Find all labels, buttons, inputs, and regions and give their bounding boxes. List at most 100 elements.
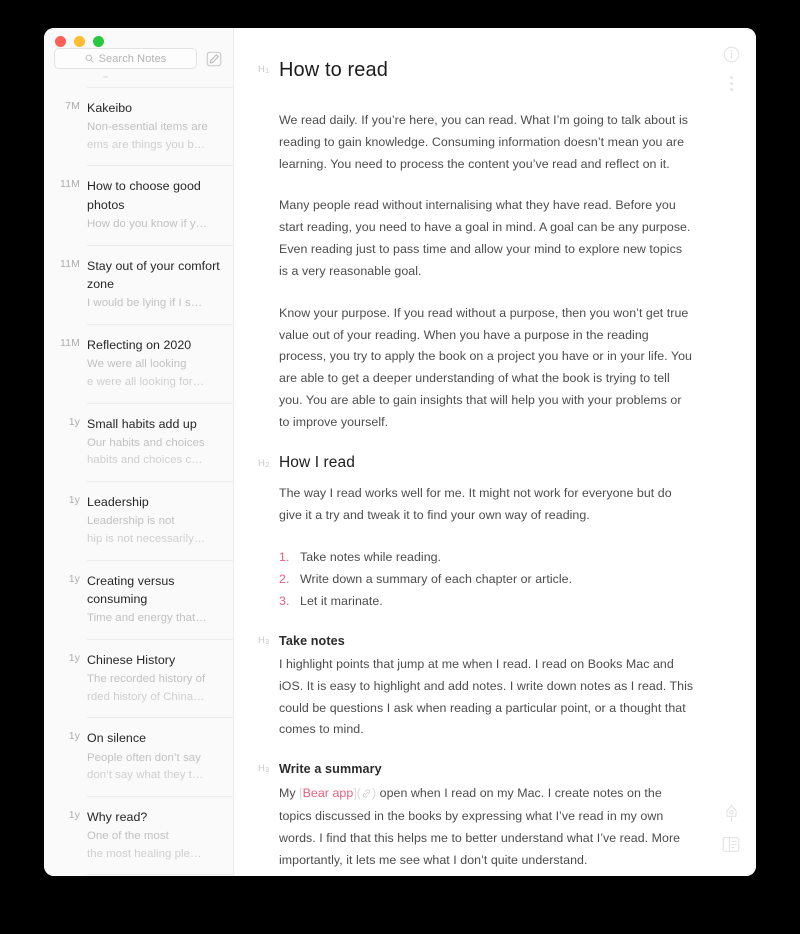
page-title: How to read	[279, 59, 388, 81]
paragraph-internalising: Many people read without internalising w…	[279, 198, 691, 278]
note-list-item[interactable]: 1y Leadership Leadership is not hip is not …	[44, 482, 233, 561]
more-vertical-icon[interactable]	[730, 76, 733, 94]
app-window: Search Notes 7M Kakeibo Non-essential item…	[44, 28, 756, 876]
list-item-text: Write down a summary of each chapter or …	[300, 571, 573, 586]
bear-app-link[interactable]: Bear app	[303, 786, 354, 800]
link-icon[interactable]	[361, 785, 372, 807]
note-preview-line: We were all looking	[87, 358, 187, 371]
note-list[interactable]: 7M Kakeibo Non-essential items are ems are …	[44, 76, 233, 876]
note-title: Small habits add up	[87, 416, 197, 431]
note-list-item[interactable]: 11M Reflecting on 2020 We were all looking…	[44, 325, 233, 404]
note-list-item[interactable]: 11M Stay out of your comfort zone I would …	[44, 246, 233, 326]
partial-row-ghost-text	[103, 76, 108, 78]
more-dot	[730, 82, 733, 85]
info-circle-icon[interactable]	[723, 46, 740, 68]
sidebar: Search Notes 7M Kakeibo Non-essential item…	[44, 28, 234, 876]
note-preview-line: the most healing ple…	[87, 847, 202, 860]
note-list-item[interactable]: 1y On silence People often don’t say don’t…	[44, 718, 233, 797]
note-preview-line: don’t say what they t…	[87, 769, 204, 782]
note-age-label: 1y	[68, 572, 80, 585]
h3-marker: H3	[258, 763, 270, 775]
paragraph-purpose: Know your purpose. If you read without a…	[279, 305, 692, 429]
note-preview-line: The recorded history of	[87, 673, 206, 686]
heading-how-i-read: How I read	[279, 453, 355, 471]
note-title-block: H1 How to read	[258, 58, 694, 82]
note-item-body: Reflecting on 2020 We were all looking e w…	[87, 325, 233, 404]
close-window-button[interactable]	[55, 36, 66, 47]
h3-marker-level: 3	[265, 636, 270, 646]
note-list-partial-row[interactable]	[87, 76, 233, 88]
more-dot	[730, 76, 733, 79]
heading-take-notes-block: H3 Take notes	[258, 633, 694, 649]
note-age-label: 1y	[68, 808, 80, 821]
note-list-item[interactable]: 1y Small habits add up Our habits and choi…	[44, 404, 233, 483]
h3-marker: H3	[258, 634, 270, 646]
note-list-item[interactable]: 11M How to choose good photos How do you k…	[44, 166, 233, 246]
h2-marker-level: 2	[265, 459, 270, 469]
heading-take-notes: Take notes	[279, 633, 345, 648]
note-preview-line: ems are things you b…	[87, 138, 206, 151]
markdown-bracket-close: ](	[353, 785, 361, 800]
note-title: On silence	[87, 731, 147, 746]
note-preview-line: Time and energy that…	[87, 612, 207, 625]
note-item-body: Leadership Leadership is not hip is not ne…	[87, 482, 233, 561]
book-layout-icon[interactable]	[722, 836, 740, 858]
ordered-list-item: 2. Write down a summary of each chapter o…	[279, 569, 694, 591]
note-list-item[interactable]: 7M Kakeibo Non-essential items are ems are …	[44, 88, 233, 167]
note-preview-line: habits and choices c…	[87, 454, 203, 467]
note-list-item[interactable]: 1y Why read? One of the most the most heal…	[44, 797, 233, 876]
note-title: Creating versus consuming	[87, 573, 175, 606]
zoom-window-button[interactable]	[93, 36, 104, 47]
search-icon	[85, 50, 94, 68]
list-item-number: 3.	[279, 593, 290, 608]
editor-scroll-area[interactable]: H1 How to read We read daily. If you’re …	[234, 28, 756, 876]
heading-write-summary-block: H3 Write a summary	[258, 761, 694, 777]
note-list-item[interactable]: 1y Creating versus consuming Time and ener…	[44, 561, 233, 640]
heading-write-a-summary: Write a summary	[279, 762, 382, 777]
paragraph-my-way: The way I read works well for me. It mig…	[279, 486, 672, 523]
more-dot	[730, 88, 733, 91]
search-input[interactable]: Search Notes	[54, 48, 197, 69]
search-placeholder: Search Notes	[98, 52, 167, 65]
note-item-body: Chinese History The recorded history of rd…	[87, 640, 233, 719]
note-title: Reflecting on 2020	[87, 338, 192, 353]
note-age-label: 1y	[68, 730, 80, 743]
note-list-item[interactable]: 1y Chinese History The recorded history of…	[44, 640, 233, 719]
note-item-body: Stay out of your comfort zone I would be …	[87, 246, 233, 326]
h1-marker: H1	[258, 64, 270, 75]
h2-marker: H2	[258, 457, 270, 469]
note-title: How to choose good photos	[87, 179, 201, 212]
note-item-body: Why read? One of the most the most healin…	[87, 797, 233, 876]
note-item-body: Creating versus consuming Time and energy…	[87, 561, 233, 640]
note-preview-line: Non-essential items are	[87, 121, 208, 134]
pen-nib-icon[interactable]	[723, 804, 740, 828]
minimize-window-button[interactable]	[74, 36, 85, 47]
note-age-label: 7M	[65, 100, 80, 112]
list-item-text: Take notes while reading.	[300, 550, 442, 565]
note-age-label: 1y	[68, 494, 80, 507]
note-preview-line: I would be lying if I s…	[87, 297, 203, 310]
note-item-body: Kakeibo Non-essential items are ems are th…	[87, 88, 233, 167]
note-title: Leadership	[87, 495, 149, 510]
note-item-body: On silence People often don’t say don’t s…	[87, 718, 233, 797]
note-age-label: 1y	[68, 651, 80, 664]
note-preview-line: People often don’t say	[87, 751, 201, 764]
note-preview-line: Our habits and choices	[87, 436, 205, 449]
list-item-number: 2.	[279, 571, 290, 586]
note-title: Chinese History	[87, 652, 176, 667]
note-title: Why read?	[87, 809, 148, 824]
note-editor[interactable]: H1 How to read We read daily. If you’re …	[234, 28, 756, 876]
compose-note-button[interactable]	[204, 49, 223, 68]
note-title: Kakeibo	[87, 101, 133, 115]
note-preview-line: How do you know if y…	[87, 218, 208, 231]
search-row: Search Notes	[54, 48, 223, 69]
